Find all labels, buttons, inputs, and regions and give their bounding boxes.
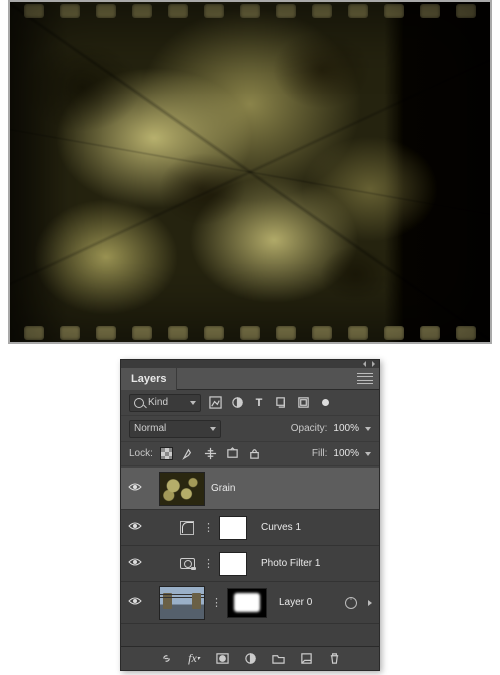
film-sprockets-bottom	[10, 324, 490, 342]
lock-position-icon[interactable]	[203, 446, 219, 462]
layers-panel: Layers Kind T Normal	[120, 359, 380, 671]
collapse-right-icon	[372, 361, 375, 367]
layer-row[interactable]: ⋮ Curves 1	[121, 510, 379, 546]
delete-layer-button[interactable]	[327, 652, 341, 666]
fill-label: Fill:	[312, 448, 328, 459]
visibility-spacer	[149, 481, 153, 497]
film-sprockets-top	[10, 2, 490, 20]
search-icon	[134, 398, 144, 408]
filter-smartobject-icon[interactable]	[295, 395, 311, 411]
opacity-label: Opacity:	[291, 423, 328, 434]
layer-name[interactable]: Layer 0	[279, 597, 312, 608]
lock-row: Lock: Fill: 100%	[121, 442, 379, 466]
tab-layers[interactable]: Layers	[121, 368, 177, 390]
document-canvas[interactable]	[8, 0, 492, 344]
layer-filter-row: Kind T	[121, 390, 379, 416]
new-adjustment-button[interactable]	[243, 652, 257, 666]
chevron-down-icon[interactable]	[365, 452, 371, 456]
lock-transparency-icon[interactable]	[159, 446, 175, 462]
layers-bottom-toolbar: fx▾	[121, 646, 379, 670]
chevron-down-icon	[190, 401, 196, 405]
blend-mode-value: Normal	[134, 423, 166, 434]
eye-icon	[128, 594, 142, 608]
new-group-button[interactable]	[271, 652, 285, 666]
photo-filter-icon[interactable]	[177, 554, 197, 574]
add-mask-button[interactable]	[215, 652, 229, 666]
layer-style-button[interactable]: fx▾	[187, 652, 201, 666]
chevron-down-icon[interactable]	[365, 427, 371, 431]
layer-mask-thumbnail[interactable]	[219, 552, 247, 576]
visibility-toggle[interactable]	[127, 555, 143, 572]
layer-name[interactable]: Curves 1	[261, 522, 301, 533]
mask-link-icon[interactable]: ⋮	[211, 596, 221, 609]
opacity-value[interactable]: 100%	[333, 423, 359, 434]
lock-pixels-icon[interactable]	[181, 446, 197, 462]
filter-type-icon[interactable]: T	[251, 395, 267, 411]
filter-pixel-icon[interactable]	[207, 395, 223, 411]
filter-kind-label: Kind	[148, 397, 168, 408]
eye-icon	[128, 555, 142, 569]
visibility-toggle[interactable]	[127, 519, 143, 536]
link-layers-button[interactable]	[159, 652, 173, 666]
visibility-toggle[interactable]	[127, 480, 143, 497]
curves-icon[interactable]	[177, 518, 197, 538]
layer-row[interactable]: ⋮ Photo Filter 1	[121, 546, 379, 582]
new-layer-button[interactable]	[299, 652, 313, 666]
blend-mode-select[interactable]: Normal	[129, 420, 221, 438]
collapse-left-icon	[363, 361, 366, 367]
chevron-down-icon	[210, 427, 216, 431]
layer-mask-thumbnail[interactable]	[219, 516, 247, 540]
layer-thumbnail[interactable]	[159, 586, 205, 620]
layer-mask-thumbnail[interactable]	[227, 588, 267, 618]
layer-name[interactable]: Grain	[211, 483, 235, 494]
layer-name[interactable]: Photo Filter 1	[261, 558, 320, 569]
chevron-right-icon[interactable]	[368, 600, 372, 606]
fill-value[interactable]: 100%	[333, 448, 359, 459]
tab-layers-label: Layers	[131, 373, 166, 385]
layer-row[interactable]: ⋮ Layer 0 ˇ	[121, 582, 379, 624]
filter-toggle-icon[interactable]	[317, 395, 333, 411]
filter-kind-select[interactable]: Kind	[129, 394, 201, 412]
layer-list: Grain ⋮ Curves 1 ⋮ Photo F	[121, 468, 379, 646]
mask-link-icon[interactable]: ⋮	[203, 557, 213, 570]
filter-expand-icon[interactable]: ˇ	[345, 597, 357, 609]
mask-link-icon[interactable]: ⋮	[203, 521, 213, 534]
filter-adjustment-icon[interactable]	[229, 395, 245, 411]
canvas-content	[10, 2, 490, 342]
layer-thumbnail[interactable]	[159, 472, 205, 506]
eye-icon	[128, 480, 142, 494]
lock-artboard-icon[interactable]	[225, 446, 241, 462]
lock-all-icon[interactable]	[247, 446, 263, 462]
filter-shape-icon[interactable]	[273, 395, 289, 411]
blend-row: Normal Opacity: 100%	[121, 416, 379, 442]
visibility-toggle[interactable]	[127, 594, 143, 611]
layer-row[interactable]: Grain	[121, 468, 379, 510]
lock-label: Lock:	[129, 448, 153, 459]
eye-icon	[128, 519, 142, 533]
panel-menu-button[interactable]	[357, 373, 373, 385]
